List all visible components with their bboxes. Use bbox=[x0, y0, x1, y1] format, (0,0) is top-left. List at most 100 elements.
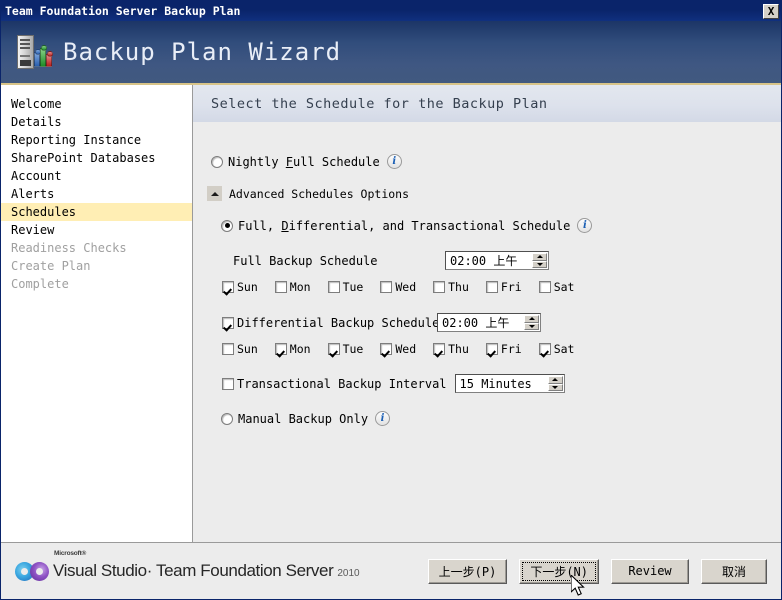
differential-backup-day-mon[interactable]: Mon bbox=[274, 342, 311, 356]
full-backup-time-down-arrow[interactable] bbox=[532, 260, 547, 268]
advanced-schedules-options-label: Advanced Schedules Options bbox=[229, 186, 410, 201]
full-backup-day-wed-label: Wed bbox=[395, 280, 417, 294]
full-differential-transactional-radio[interactable] bbox=[221, 219, 233, 232]
content-body: Nightly Full Schedule i Advanced Schedul… bbox=[193, 122, 781, 542]
advanced-schedules-options-group[interactable]: Advanced Schedules Options bbox=[207, 186, 781, 201]
differential-backup-time-down-arrow[interactable] bbox=[524, 322, 539, 330]
full-backup-day-tue[interactable]: Tue bbox=[327, 280, 363, 294]
differential-backup-day-fri[interactable]: Fri bbox=[485, 342, 522, 356]
close-icon[interactable]: X bbox=[763, 3, 779, 19]
sidebar-item-complete: Complete bbox=[11, 277, 69, 291]
full-backup-day-tue-checkbox[interactable] bbox=[327, 281, 340, 293]
sidebar-item-review[interactable]: Review bbox=[1, 221, 192, 239]
brand-product-name: Visual Studio· Team Foundation Server bbox=[53, 561, 334, 580]
full-differential-info-icon[interactable]: i bbox=[577, 218, 593, 233]
differential-backup-day-sat-label: Sat bbox=[553, 342, 575, 356]
review-button[interactable]: Review bbox=[611, 558, 689, 584]
differential-backup-day-thu-label: Thu bbox=[448, 342, 469, 356]
sidebar-item-create-plan: Create Plan bbox=[11, 259, 91, 273]
full-backup-day-thu-checkbox[interactable] bbox=[433, 281, 446, 293]
full-backup-day-sat[interactable]: Sat bbox=[538, 280, 575, 294]
sidebar-item-readiness-checks: Readiness Checks bbox=[11, 241, 127, 255]
full-backup-day-sun[interactable]: Sun bbox=[222, 280, 258, 294]
full-backup-day-sun-checkbox[interactable] bbox=[222, 281, 234, 293]
sidebar-item-welcome[interactable]: Welcome bbox=[1, 95, 192, 113]
differential-backup-time-up-arrow[interactable] bbox=[524, 315, 539, 323]
chevron-up-icon[interactable] bbox=[207, 186, 222, 201]
differential-backup-day-thu-checkbox[interactable] bbox=[433, 343, 446, 355]
transactional-backup-interval-spinner[interactable]: 15 Minutes bbox=[454, 374, 565, 393]
full-backup-day-wed-checkbox[interactable] bbox=[380, 281, 393, 293]
full-backup-day-thu-label: Thu bbox=[448, 280, 469, 294]
differential-backup-day-sun-checkbox[interactable] bbox=[222, 343, 234, 355]
transactional-backup-interval-down-arrow[interactable] bbox=[547, 383, 563, 391]
differential-backup-day-sat-checkbox[interactable] bbox=[538, 343, 551, 355]
differential-backup-day-mon-checkbox[interactable] bbox=[274, 343, 287, 355]
wizard-banner: Backup Plan Wizard bbox=[1, 21, 781, 85]
nightly-full-schedule-label: Nightly Full Schedule bbox=[228, 154, 380, 169]
full-backup-day-sat-label: Sat bbox=[553, 280, 575, 294]
nightly-full-schedule-radio[interactable] bbox=[211, 155, 223, 168]
full-backup-schedule-row: Full Backup Schedule 02:00 上午 bbox=[233, 251, 781, 270]
manual-backup-only-label: Manual Backup Only bbox=[238, 411, 369, 426]
full-backup-day-fri[interactable]: Fri bbox=[485, 280, 522, 294]
full-backup-time-spinner[interactable]: 02:00 上午 bbox=[445, 251, 549, 270]
differential-backup-day-tue-checkbox[interactable] bbox=[327, 343, 340, 355]
full-backup-day-sat-checkbox[interactable] bbox=[538, 281, 551, 293]
differential-backup-schedule-row[interactable]: Differential Backup Schedule 02:00 上午 bbox=[222, 313, 781, 332]
brand-text: Microsoft® Visual Studio· Team Foundatio… bbox=[53, 550, 360, 581]
differential-backup-day-wed[interactable]: Wed bbox=[380, 342, 416, 356]
differential-backup-day-tue[interactable]: Tue bbox=[327, 342, 363, 356]
footer-buttons: 上一步(P) 下一步(N) Review 取消 bbox=[427, 558, 767, 584]
full-backup-time-up-arrow[interactable] bbox=[532, 253, 547, 261]
differential-backup-day-sun[interactable]: Sun bbox=[222, 342, 258, 356]
differential-backup-time-value: 02:00 上午 bbox=[442, 316, 510, 330]
brand-year: 2010 bbox=[337, 568, 360, 579]
differential-backup-day-thu[interactable]: Thu bbox=[433, 342, 469, 356]
previous-button[interactable]: 上一步(P) bbox=[427, 558, 508, 584]
full-backup-day-mon-checkbox[interactable] bbox=[274, 281, 287, 293]
full-backup-time-arrows[interactable] bbox=[532, 253, 547, 268]
transactional-backup-interval-label: Transactional Backup Interval bbox=[237, 376, 447, 391]
manual-backup-info-icon[interactable]: i bbox=[375, 411, 391, 426]
full-backup-days-row: Sun Mon Tue Wed Thu Fri Sat bbox=[222, 280, 781, 294]
manual-backup-only-radio[interactable] bbox=[221, 412, 233, 425]
next-button[interactable]: 下一步(N) bbox=[519, 558, 599, 584]
full-backup-day-mon[interactable]: Mon bbox=[274, 280, 311, 294]
differential-backup-day-wed-checkbox[interactable] bbox=[380, 343, 393, 355]
differential-backup-schedule-checkbox[interactable] bbox=[222, 316, 234, 329]
nightly-full-schedule-option[interactable]: Nightly Full Schedule i bbox=[211, 154, 781, 169]
full-backup-day-sun-label: Sun bbox=[237, 280, 258, 294]
differential-backup-time-arrows[interactable] bbox=[524, 315, 539, 330]
nightly-info-icon[interactable]: i bbox=[386, 154, 402, 169]
full-differential-transactional-label: Full, Differential, and Transactional Sc… bbox=[238, 218, 571, 233]
window-titlebar: Team Foundation Server Backup Plan X bbox=[1, 1, 781, 21]
sidebar-item-schedules[interactable]: Schedules bbox=[1, 203, 192, 221]
sidebar-item-reporting-instance[interactable]: Reporting Instance bbox=[1, 131, 192, 149]
sidebar-item-details[interactable]: Details bbox=[1, 113, 192, 131]
wizard-step-sidebar: Welcome Details Reporting Instance Share… bbox=[1, 85, 193, 542]
transactional-backup-interval-checkbox[interactable] bbox=[222, 377, 234, 390]
server-backup-icon bbox=[15, 33, 53, 71]
full-backup-day-fri-label: Fri bbox=[500, 280, 522, 294]
differential-backup-time-spinner[interactable]: 02:00 上午 bbox=[437, 313, 541, 332]
differential-backup-day-fri-checkbox[interactable] bbox=[485, 343, 498, 355]
sidebar-item-alerts[interactable]: Alerts bbox=[1, 185, 192, 203]
full-backup-day-wed[interactable]: Wed bbox=[380, 280, 416, 294]
sidebar-item-sharepoint-databases[interactable]: SharePoint Databases bbox=[1, 149, 192, 167]
transactional-backup-interval-value: 15 Minutes bbox=[459, 376, 532, 391]
page-title: Select the Schedule for the Backup Plan bbox=[211, 95, 548, 112]
sidebar-item-account[interactable]: Account bbox=[1, 167, 192, 185]
full-backup-time-value: 02:00 上午 bbox=[450, 254, 518, 268]
differential-backup-day-sat[interactable]: Sat bbox=[538, 342, 575, 356]
full-differential-transactional-option[interactable]: Full, Differential, and Transactional Sc… bbox=[221, 218, 781, 233]
wizard-body: Welcome Details Reporting Instance Share… bbox=[1, 85, 781, 542]
full-backup-day-thu[interactable]: Thu bbox=[433, 280, 469, 294]
transactional-backup-interval-row[interactable]: Transactional Backup Interval 15 Minutes bbox=[222, 374, 781, 393]
cancel-button[interactable]: 取消 bbox=[701, 558, 767, 584]
full-backup-day-fri-checkbox[interactable] bbox=[485, 281, 498, 293]
differential-backup-day-mon-label: Mon bbox=[289, 342, 311, 356]
transactional-backup-interval-up-arrow[interactable] bbox=[547, 376, 563, 384]
manual-backup-only-option[interactable]: Manual Backup Only i bbox=[221, 411, 781, 426]
transactional-backup-interval-arrows[interactable] bbox=[547, 376, 563, 391]
